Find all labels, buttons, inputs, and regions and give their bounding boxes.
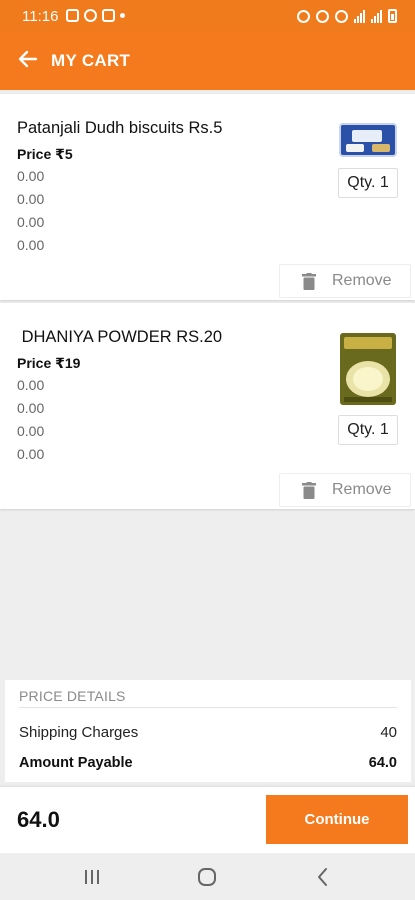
amount-payable-value: 64.0 xyxy=(368,755,397,771)
checkout-bar: 64.0 Continue xyxy=(0,787,415,853)
more-notifications-icon xyxy=(120,13,125,18)
product-image xyxy=(339,123,397,157)
remove-label: Remove xyxy=(332,481,392,498)
signal-1-icon xyxy=(354,9,365,23)
recent-apps-icon[interactable] xyxy=(81,866,103,888)
shipping-value: 40 xyxy=(380,724,397,741)
bluetooth-icon xyxy=(316,9,329,23)
product-image xyxy=(340,333,396,405)
home-icon[interactable] xyxy=(196,866,218,888)
arrow-left-icon[interactable] xyxy=(16,47,40,71)
price-details-heading: PRICE DETAILS xyxy=(19,688,126,704)
product-value: 0.00 xyxy=(17,423,45,439)
trash-icon xyxy=(302,272,316,290)
whatsapp-icon xyxy=(84,9,97,22)
trash-icon xyxy=(302,481,316,499)
price-details-card: PRICE DETAILS Shipping Charges 40 Amount… xyxy=(5,680,411,782)
back-icon[interactable] xyxy=(312,866,334,888)
product-price: Price ₹5 xyxy=(17,146,73,162)
continue-button[interactable]: Continue xyxy=(266,795,408,844)
status-bar: 11:16 xyxy=(0,0,415,32)
shipping-row: Shipping Charges 40 xyxy=(19,724,397,741)
amount-payable-row: Amount Payable 64.0 xyxy=(19,755,397,771)
remove-label: Remove xyxy=(332,272,392,289)
remove-button[interactable]: Remove xyxy=(279,264,411,298)
system-icons xyxy=(297,9,397,23)
product-name: Patanjali Dudh biscuits Rs.5 xyxy=(17,119,223,137)
gallery-icon xyxy=(66,9,79,22)
cart-item: Patanjali Dudh biscuits Rs.5 Price ₹5 0.… xyxy=(0,94,415,300)
product-value: 0.00 xyxy=(17,446,45,462)
product-name: DHANIYA POWDER RS.20 xyxy=(17,328,223,346)
notification-app-icon xyxy=(102,9,115,22)
divider xyxy=(19,707,397,708)
signal-2-icon xyxy=(371,9,382,23)
cart-item: DHANIYA POWDER RS.20 Price ₹19 0.00 0.00… xyxy=(0,303,415,509)
product-value: 0.00 xyxy=(17,191,45,207)
amount-payable-label: Amount Payable xyxy=(19,755,133,771)
page-title: MY CART xyxy=(51,51,131,70)
notification-icons xyxy=(66,9,125,22)
remove-button[interactable]: Remove xyxy=(279,473,411,507)
product-price: Price ₹19 xyxy=(17,355,81,371)
alarm-icon xyxy=(297,9,310,23)
product-value: 0.00 xyxy=(17,168,45,184)
product-value: 0.00 xyxy=(17,237,45,253)
hotspot-icon xyxy=(335,9,348,23)
total-amount: 64.0 xyxy=(17,807,60,832)
quantity-selector[interactable]: Qty. 1 xyxy=(338,168,398,198)
quantity-selector[interactable]: Qty. 1 xyxy=(338,415,398,445)
shipping-label: Shipping Charges xyxy=(19,724,139,741)
status-time: 11:16 xyxy=(22,8,59,25)
product-value: 0.00 xyxy=(17,214,45,230)
system-nav-bar xyxy=(0,853,415,900)
product-value: 0.00 xyxy=(17,400,45,416)
product-value: 0.00 xyxy=(17,377,45,393)
battery-icon xyxy=(388,9,397,23)
app-bar: MY CART xyxy=(0,32,415,90)
